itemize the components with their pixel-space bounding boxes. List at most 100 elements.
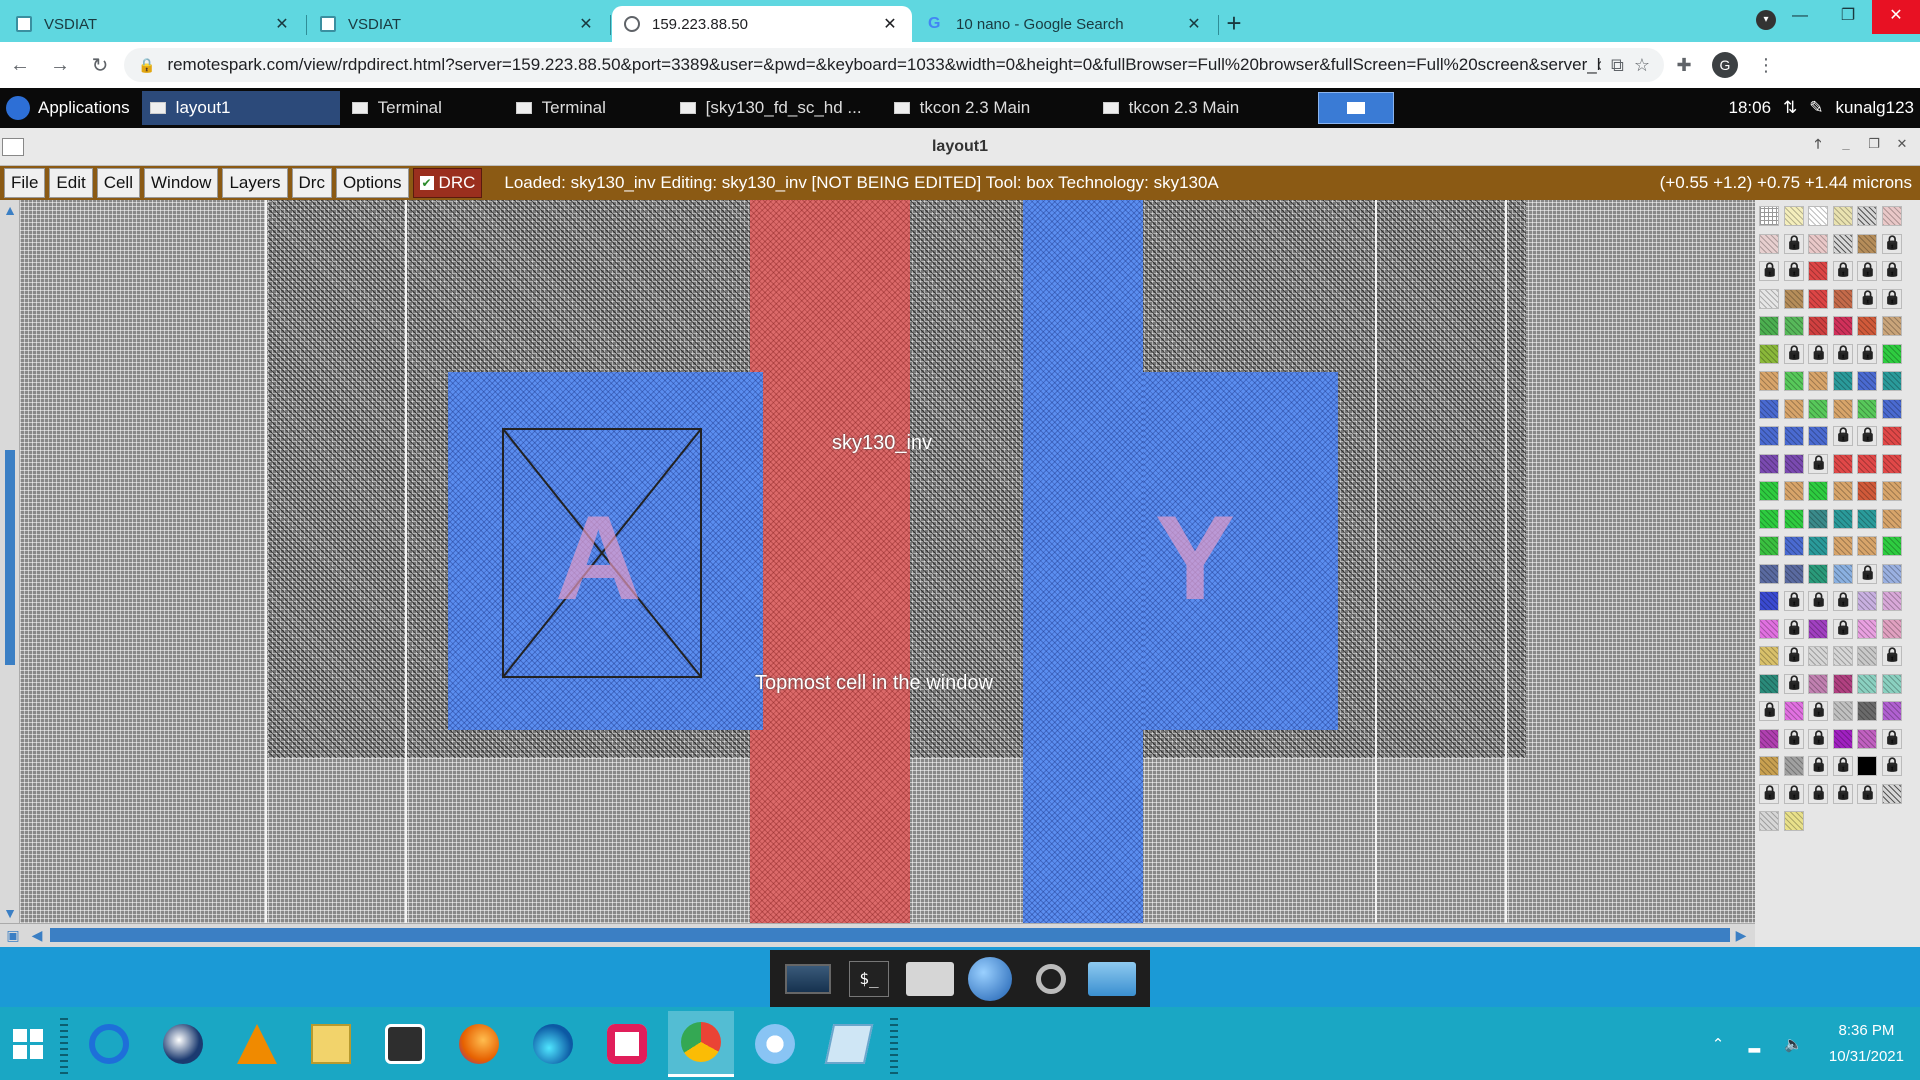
layer-swatch[interactable] [1857, 591, 1877, 611]
layer-swatch[interactable] [1881, 371, 1902, 391]
layer-lock-icon[interactable] [1832, 618, 1853, 639]
scroll-down-arrow-icon[interactable]: ▼ [2, 905, 18, 921]
browser-tab[interactable]: VSDIAT ✕ [308, 6, 611, 42]
layer-lock-icon[interactable] [1783, 233, 1804, 254]
layer-swatch[interactable] [1759, 398, 1779, 419]
file-explorer-icon[interactable] [298, 1011, 364, 1077]
layer-swatch[interactable] [1881, 536, 1902, 556]
layer-lock-icon[interactable] [1783, 261, 1804, 281]
layer-swatch[interactable] [1832, 398, 1853, 419]
vertical-scrollbar[interactable]: ▲ ▼ [0, 200, 20, 923]
layer-swatch[interactable] [1857, 398, 1877, 419]
layer-swatch[interactable] [1881, 426, 1902, 446]
layer-swatch[interactable] [1759, 618, 1779, 639]
layer-swatch[interactable] [1832, 673, 1853, 694]
layer-swatch[interactable] [1857, 453, 1877, 474]
scroll-right-arrow-icon[interactable]: ▶ [1732, 926, 1750, 944]
layer-lock-icon[interactable] [1857, 343, 1877, 364]
layer-swatch[interactable] [1808, 398, 1828, 419]
layer-swatch[interactable] [1857, 371, 1877, 391]
layer-swatch[interactable] [1857, 618, 1877, 639]
layer-swatch[interactable] [1857, 701, 1877, 721]
layer-lock-icon[interactable] [1783, 673, 1804, 694]
layer-swatch[interactable] [1832, 233, 1853, 254]
layer-lock-icon[interactable] [1857, 563, 1877, 584]
layer-swatch[interactable] [1832, 206, 1853, 226]
layer-swatch[interactable] [1881, 591, 1902, 611]
layer-swatch[interactable] [1808, 646, 1828, 666]
layer-swatch[interactable] [1783, 811, 1804, 831]
layer-swatch[interactable] [1759, 206, 1779, 226]
layer-swatch[interactable] [1783, 206, 1804, 226]
layer-swatch[interactable] [1881, 398, 1902, 419]
menu-file[interactable]: File [4, 168, 46, 198]
layer-swatch[interactable] [1832, 371, 1853, 391]
layer-swatch[interactable] [1783, 398, 1804, 419]
layer-swatch[interactable] [1783, 756, 1804, 776]
drc-checkbox-icon[interactable]: ✔ [419, 176, 434, 190]
layer-swatch[interactable] [1759, 481, 1779, 501]
layer-swatch[interactable] [1759, 508, 1779, 529]
layer-lock-icon[interactable] [1832, 343, 1853, 364]
share-icon[interactable]: ⧉ [1611, 55, 1624, 76]
layer-swatch[interactable] [1808, 206, 1828, 226]
tab-close-icon[interactable]: ✕ [576, 14, 596, 34]
show-desktop-button[interactable] [1317, 92, 1394, 124]
layer-lock-icon[interactable] [1808, 591, 1828, 611]
chrome-icon[interactable] [668, 1010, 734, 1077]
layer-swatch[interactable] [1759, 591, 1779, 611]
layer-swatch[interactable] [1857, 206, 1877, 226]
layer-lock-icon[interactable] [1808, 728, 1828, 749]
drc-toggle-button[interactable]: ✔ DRC [412, 168, 483, 198]
layer-lock-icon[interactable] [1783, 783, 1804, 804]
layer-lock-icon[interactable] [1759, 261, 1779, 281]
tab-close-icon[interactable]: ✕ [272, 14, 292, 34]
extensions-icon[interactable]: ✚ [1664, 55, 1704, 76]
layer-swatch[interactable] [1808, 316, 1828, 336]
layer-lock-icon[interactable] [1808, 453, 1828, 474]
layer-swatch[interactable] [1857, 646, 1877, 666]
close-window-icon[interactable]: ✕ [1872, 0, 1920, 34]
address-bar[interactable]: 🔒 remotespark.com/view/rdpdirect.html?se… [124, 48, 1664, 82]
layer-swatch[interactable] [1783, 563, 1804, 584]
scroll-up-arrow-icon[interactable]: ▲ [2, 202, 18, 218]
layer-swatch[interactable] [1808, 536, 1828, 556]
taskbar-clock[interactable]: 8:36 PM 10/31/2021 [1829, 1018, 1904, 1070]
layer-lock-icon[interactable] [1783, 618, 1804, 639]
layer-lock-icon[interactable] [1881, 288, 1902, 309]
layer-swatch[interactable] [1832, 701, 1853, 721]
profile-avatar[interactable]: G [1712, 52, 1738, 78]
tab-close-icon[interactable]: ✕ [1184, 14, 1204, 34]
layer-swatch[interactable] [1783, 426, 1804, 446]
layer-swatch[interactable] [1759, 343, 1779, 364]
layer-swatch[interactable] [1759, 453, 1779, 474]
paint-icon[interactable] [742, 1011, 808, 1077]
terminal-icon[interactable]: $_ [845, 957, 893, 1001]
layer-swatch[interactable] [1759, 563, 1779, 584]
panel-task-button[interactable]: tkcon 2.3 Main [886, 91, 1091, 125]
layer-swatch[interactable] [1881, 701, 1902, 721]
layer-swatch[interactable] [1808, 261, 1828, 281]
browser-tab[interactable]: VSDIAT ✕ [4, 6, 307, 42]
menu-cell[interactable]: Cell [96, 168, 140, 198]
layer-swatch[interactable] [1881, 481, 1902, 501]
layer-swatch[interactable] [1808, 288, 1828, 309]
layer-lock-icon[interactable] [1832, 783, 1853, 804]
menu-layers[interactable]: Layers [222, 168, 288, 198]
layer-swatch[interactable] [1881, 316, 1902, 336]
layer-swatch[interactable] [1783, 453, 1804, 474]
home-folder-icon[interactable] [905, 957, 954, 1001]
layer-swatch[interactable] [1759, 756, 1779, 776]
layer-swatch[interactable] [1832, 453, 1853, 474]
firefox-icon[interactable] [446, 1011, 512, 1077]
menu-drc[interactable]: Drc [291, 168, 332, 198]
maximize-icon[interactable]: ❐ [1824, 0, 1872, 34]
forward-icon[interactable]: → [40, 54, 80, 77]
layer-swatch[interactable] [1783, 371, 1804, 391]
minimize-icon[interactable]: — [1776, 0, 1824, 34]
bookmark-star-icon[interactable]: ☆ [1634, 55, 1650, 76]
layer-lock-icon[interactable] [1881, 646, 1902, 666]
layer-lock-icon[interactable] [1857, 288, 1877, 309]
desktop-screen-icon[interactable] [784, 957, 832, 1001]
web-browser-icon[interactable] [966, 957, 1014, 1001]
